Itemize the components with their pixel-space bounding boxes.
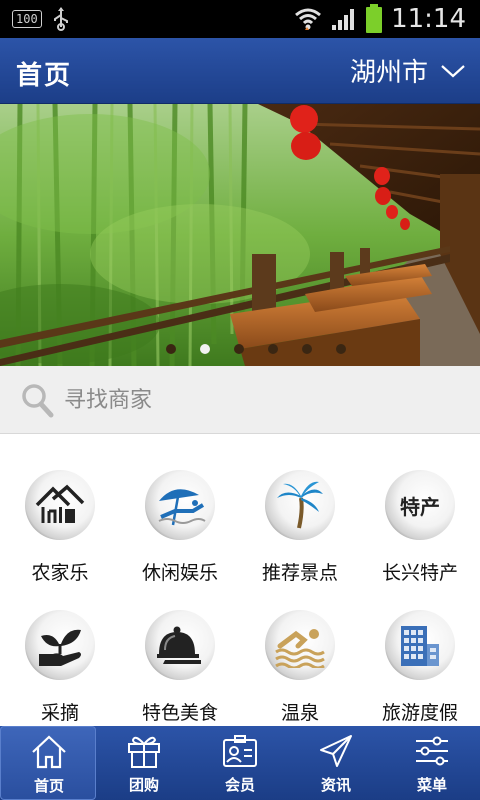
member-card-icon xyxy=(223,735,257,767)
carousel-indicators xyxy=(166,344,346,354)
banner-image xyxy=(0,104,480,366)
nav-news[interactable]: 资讯 xyxy=(288,726,384,800)
category-vacation[interactable]: 旅游度假 xyxy=(360,574,480,724)
search-icon[interactable] xyxy=(20,382,54,418)
palm-tree-icon xyxy=(265,470,335,540)
hotel-building-icon xyxy=(385,610,455,680)
status-right: 11:14 xyxy=(293,3,466,35)
category-leisure[interactable]: 休闲娱乐 xyxy=(120,434,240,584)
category-attractions[interactable]: 推荐景点 xyxy=(240,434,360,584)
battery-level-badge: 100 xyxy=(12,10,42,28)
category-food[interactable]: 特色美食 xyxy=(120,574,240,724)
specialty-icon-text: 特产 xyxy=(400,494,440,519)
search-input[interactable] xyxy=(64,380,454,420)
category-label: 旅游度假 xyxy=(381,702,458,724)
specialty-text-icon: 特产 xyxy=(385,470,455,540)
nav-menu[interactable]: 菜单 xyxy=(384,726,480,800)
app-header: 首页 湖州市 xyxy=(0,38,480,104)
carousel-dot[interactable] xyxy=(234,344,244,354)
swimmer-icon xyxy=(265,610,335,680)
page-title: 首页 xyxy=(16,61,73,91)
nav-member[interactable]: 会员 xyxy=(192,726,288,800)
home-icon xyxy=(32,735,66,769)
category-grid: 农家乐 休闲娱乐 推荐景点 特产 长兴特产 采摘 特色美食 温泉 旅游度假 xyxy=(0,434,480,726)
category-picking[interactable]: 采摘 xyxy=(0,574,120,724)
battery-icon xyxy=(366,4,383,33)
sliders-icon xyxy=(416,736,448,766)
carousel-dot[interactable] xyxy=(166,344,176,354)
carousel-dot-active[interactable] xyxy=(200,344,210,354)
seedling-hand-icon xyxy=(25,610,95,680)
food-cloche-icon xyxy=(145,610,215,680)
gift-icon xyxy=(128,736,160,768)
carousel-dot[interactable] xyxy=(302,344,312,354)
bottom-nav: 首页 团购 会员 资讯 菜单 xyxy=(0,726,480,800)
nav-label: 首页 xyxy=(33,777,64,795)
category-hot-spring[interactable]: 温泉 xyxy=(240,574,360,724)
nav-label: 会员 xyxy=(224,776,255,794)
status-left: 100 xyxy=(12,7,70,31)
farmhouse-icon xyxy=(25,470,95,540)
wifi-icon xyxy=(295,8,322,30)
signal-icon xyxy=(332,9,355,30)
city-name: 湖州市 xyxy=(349,58,428,88)
nav-group-buy[interactable]: 团购 xyxy=(96,726,192,800)
status-bar: 100 11:14 xyxy=(0,0,480,38)
category-specialty[interactable]: 特产 长兴特产 xyxy=(360,434,480,584)
clock: 11:14 xyxy=(391,4,466,34)
category-farmhouse[interactable]: 农家乐 xyxy=(0,434,120,584)
carousel-dot[interactable] xyxy=(268,344,278,354)
nav-label: 菜单 xyxy=(416,776,447,794)
chevron-down-icon xyxy=(441,64,465,77)
category-label: 特色美食 xyxy=(141,702,218,724)
category-label: 采摘 xyxy=(40,702,79,724)
usb-icon xyxy=(53,7,68,31)
banner-carousel[interactable] xyxy=(0,104,480,366)
carousel-dot[interactable] xyxy=(336,344,346,354)
paper-plane-icon xyxy=(320,735,352,767)
nav-label: 资讯 xyxy=(320,776,351,794)
category-label: 温泉 xyxy=(280,702,319,724)
nav-home[interactable]: 首页 xyxy=(0,726,96,800)
nav-label: 团购 xyxy=(128,776,159,794)
city-selector[interactable]: 湖州市 xyxy=(350,52,466,89)
umbrella-leisure-icon xyxy=(145,470,215,540)
search-bar xyxy=(0,366,480,434)
